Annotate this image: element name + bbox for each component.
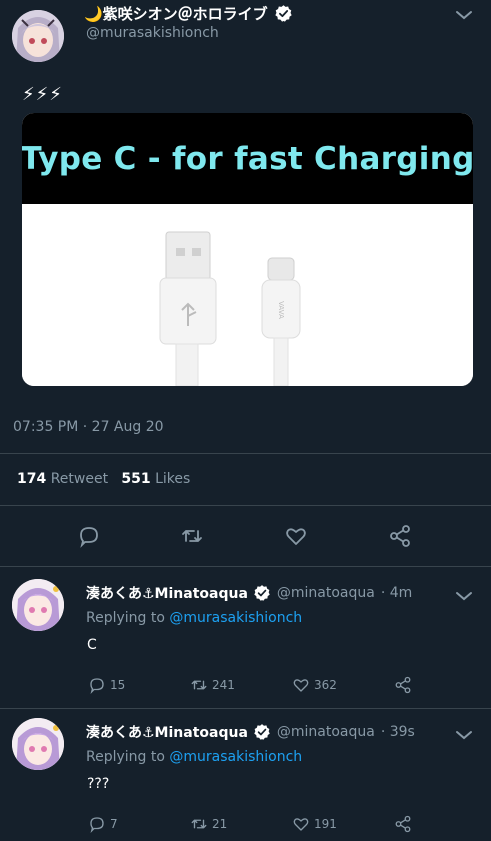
retweet-action[interactable]: 241: [190, 676, 235, 694]
like-action[interactable]: 362: [292, 676, 337, 694]
verified-icon: [254, 724, 270, 740]
reply-age: · 39s: [380, 724, 415, 740]
reply-action[interactable]: 7: [88, 815, 118, 833]
like-stat[interactable]: 551 Likes: [121, 471, 190, 487]
author-handle[interactable]: @murasakishionch: [86, 25, 219, 41]
like-count: 362: [314, 678, 337, 692]
reply-icon: [90, 817, 104, 833]
reply-action[interactable]: 15: [88, 676, 125, 694]
tweet-stats: 174 Retweet 551 Likes: [17, 471, 190, 487]
divider: [0, 566, 491, 567]
retweet-icon[interactable]: [180, 524, 204, 548]
like-icon: [293, 818, 309, 831]
author-name[interactable]: 🌙紫咲シオン＠ホロライブ: [84, 3, 293, 24]
reply-text: ???: [87, 776, 110, 792]
replying-prefix: Replying to: [86, 610, 165, 626]
like-icon: [293, 679, 309, 692]
replying-to-link[interactable]: @murasakishionch: [169, 749, 302, 765]
chevron-down-icon[interactable]: [455, 729, 473, 741]
reply-icon[interactable]: [77, 524, 101, 548]
author-name-text: 🌙紫咲シオン＠ホロライブ: [84, 5, 268, 23]
retweet-count: 21: [212, 817, 228, 831]
reply-author-name: 湊あくあ⚓Minatoaqua: [86, 586, 248, 602]
reply-handle: @minatoaqua: [276, 585, 375, 601]
replying-to: Replying to @murasakishionch: [86, 610, 302, 626]
like-count: 191: [314, 817, 337, 831]
replying-prefix: Replying to: [86, 749, 165, 765]
share-icon[interactable]: [394, 815, 412, 833]
share-icon[interactable]: [388, 524, 412, 548]
retweet-icon: [191, 819, 207, 829]
chevron-down-icon[interactable]: [455, 9, 473, 21]
reply-age: · 4m: [380, 585, 413, 601]
reply-author[interactable]: 湊あくあ⚓Minatoaqua @minatoaqua · 4m: [86, 583, 412, 603]
tweet-media[interactable]: Type C - for fast Charging ultaphonecell…: [22, 113, 473, 386]
retweet-action[interactable]: 21: [190, 815, 227, 833]
like-count: 551: [121, 471, 151, 487]
retweet-label: Retweet: [50, 471, 109, 487]
reply-icon: [90, 678, 104, 694]
like-label: Likes: [155, 471, 191, 487]
verified-icon: [254, 585, 270, 601]
reply-count: 15: [110, 678, 126, 692]
tweet-timestamp[interactable]: 07:35 PM · 27 Aug 20: [13, 419, 164, 435]
reply-count: 7: [110, 817, 118, 831]
divider: [0, 505, 491, 506]
retweet-count: 174: [17, 471, 47, 487]
retweet-count: 241: [212, 678, 235, 692]
media-title: Type C - for fast Charging: [22, 140, 473, 177]
share-icon[interactable]: [394, 676, 412, 694]
like-icon[interactable]: [284, 524, 308, 548]
divider: [0, 708, 491, 709]
tweet-text: ⚡⚡⚡: [22, 84, 63, 105]
reply-author-name: 湊あくあ⚓Minatoaqua: [86, 725, 248, 741]
avatar[interactable]: [12, 10, 64, 62]
retweet-stat[interactable]: 174 Retweet: [17, 471, 108, 487]
retweet-icon: [191, 680, 207, 690]
verified-icon: [275, 5, 292, 22]
avatar[interactable]: [12, 579, 64, 631]
like-action[interactable]: 191: [292, 815, 337, 833]
replying-to: Replying to @murasakishionch: [86, 749, 302, 765]
media-banner: Type C - for fast Charging: [22, 113, 473, 204]
reply-handle: @minatoaqua: [276, 724, 375, 740]
avatar[interactable]: [12, 718, 64, 770]
reply-author[interactable]: 湊あくあ⚓Minatoaqua @minatoaqua · 39s: [86, 722, 415, 742]
divider: [0, 453, 491, 454]
svg-text:VAVA: VAVA: [277, 301, 285, 319]
replying-to-link[interactable]: @murasakishionch: [169, 610, 302, 626]
usb-cable-image: VAVA: [22, 204, 473, 386]
reply-text: C: [87, 637, 97, 653]
chevron-down-icon[interactable]: [455, 590, 473, 602]
